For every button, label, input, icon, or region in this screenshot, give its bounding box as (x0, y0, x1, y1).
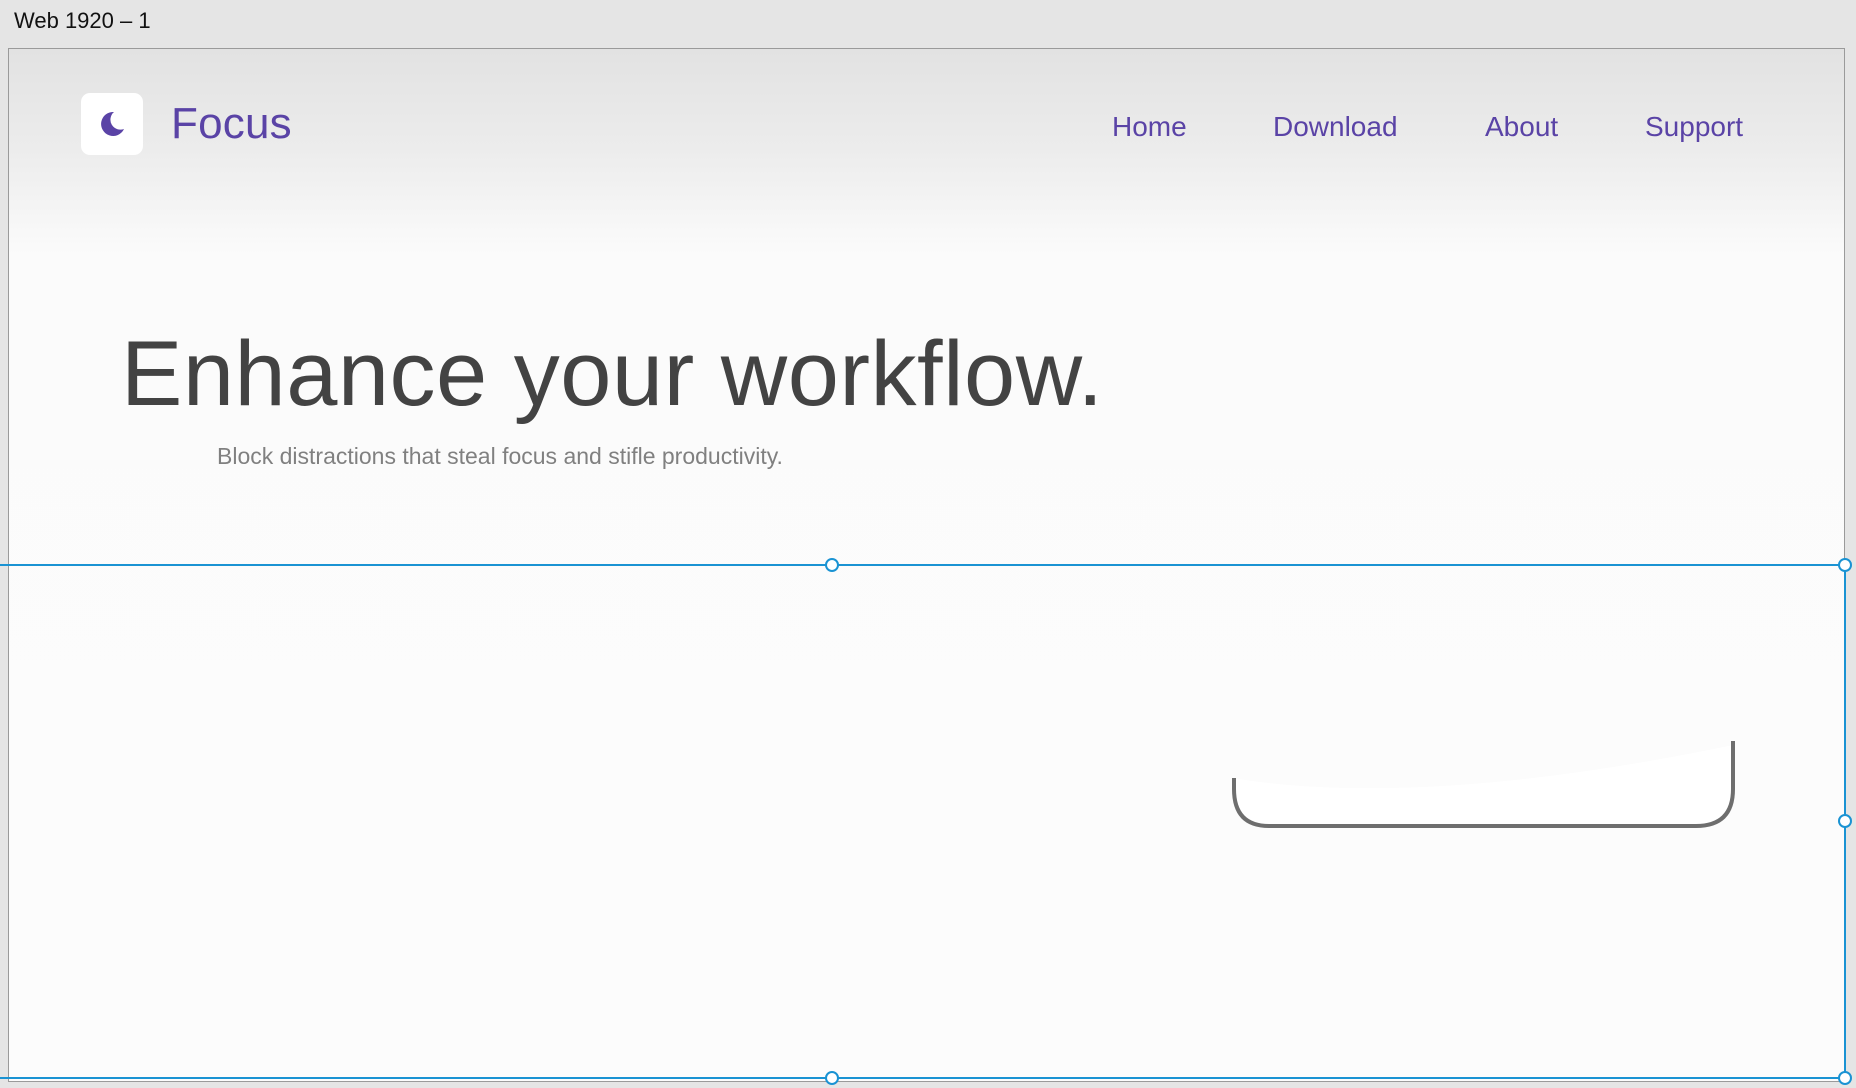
nav-download-link[interactable]: Download (1273, 107, 1398, 147)
resize-handle-bottom-middle[interactable] (825, 1071, 839, 1085)
resize-handle-bottom-right[interactable] (1838, 1071, 1852, 1085)
nav-about-link[interactable]: About (1485, 107, 1558, 147)
main-nav: Home Download About Support (9, 107, 1844, 147)
nav-home-link[interactable]: Home (1112, 107, 1187, 147)
artboard[interactable]: Focus Home Download About Support Enhanc… (8, 48, 1845, 1082)
device-outline-shape[interactable] (1224, 689, 1744, 849)
hero-title: Enhance your workflow. (121, 323, 1104, 425)
artboard-label[interactable]: Web 1920 – 1 (14, 8, 151, 34)
hero-subtitle: Block distractions that steal focus and … (217, 443, 783, 469)
resize-handle-middle-right[interactable] (1838, 814, 1852, 828)
nav-support-link[interactable]: Support (1645, 107, 1743, 147)
resize-handle-top-middle[interactable] (825, 558, 839, 572)
resize-handle-top-right[interactable] (1838, 558, 1852, 572)
